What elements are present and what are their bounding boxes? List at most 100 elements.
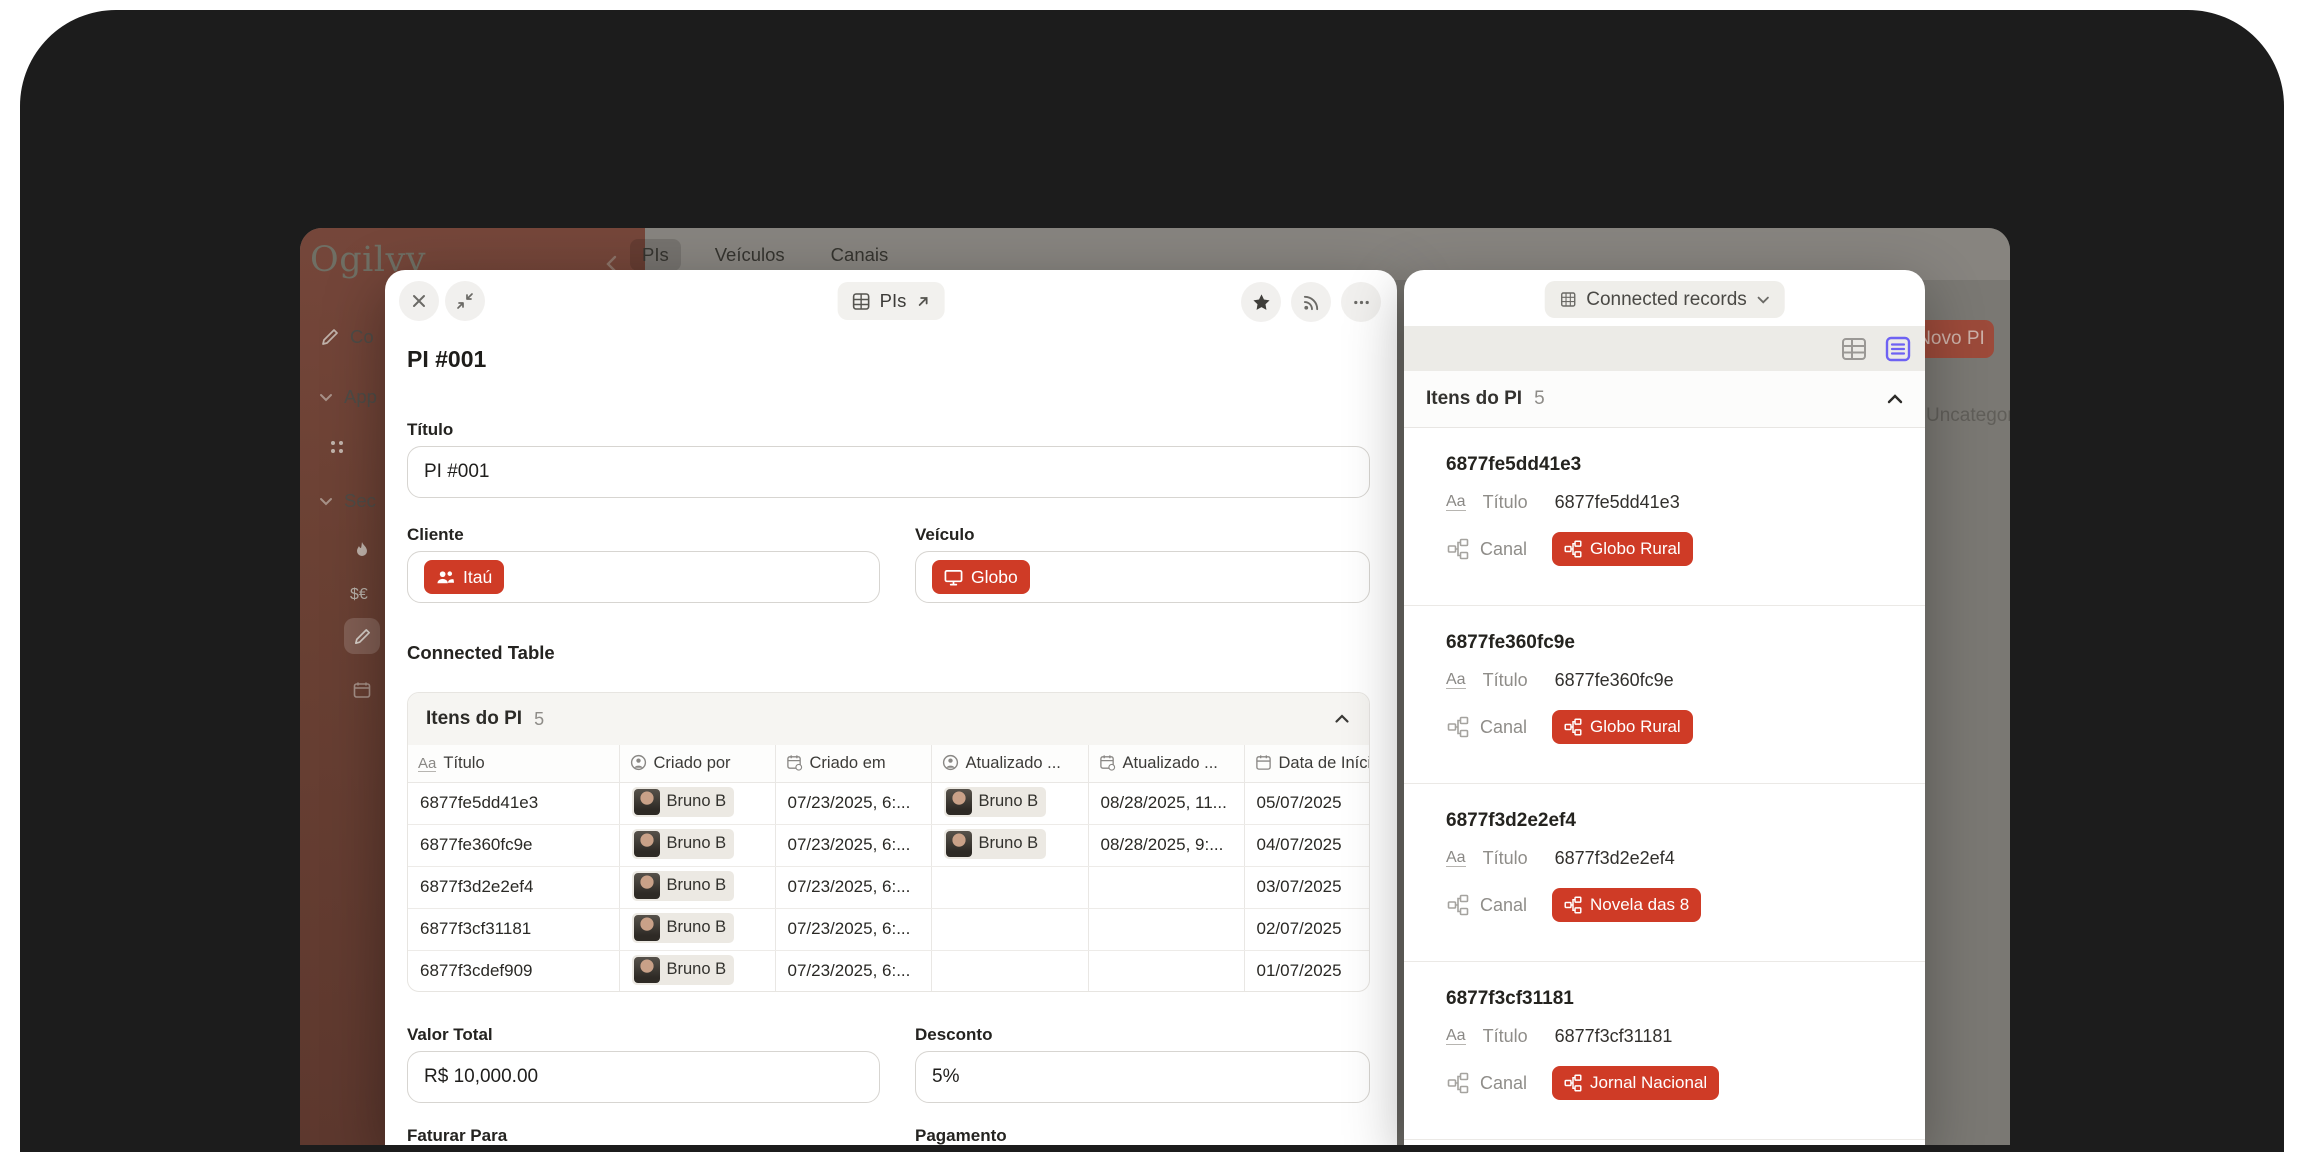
calendar-icon: [352, 680, 372, 700]
calendar-clock-icon: [786, 754, 803, 771]
avatar: [634, 873, 660, 899]
valor-total-input[interactable]: R$ 10,000.00: [407, 1051, 880, 1103]
titulo-input[interactable]: PI #001: [407, 446, 1370, 498]
table-row[interactable]: 6877f3cdef909 Bruno B 07/23/2025, 6:... …: [408, 950, 1370, 992]
table-header-row: AaTítulo Criado por Criado em Atualizado…: [408, 745, 1370, 782]
close-button[interactable]: [399, 281, 439, 321]
text-icon: Aa: [1446, 850, 1466, 867]
chevron-down-icon: [318, 389, 334, 405]
record-card[interactable]: 6877f3d2e2ef4 Aa Título 6877f3d2e2ef4 Ca…: [1404, 784, 1925, 962]
veiculo-chip-label: Globo: [971, 567, 1018, 588]
record-title: PI #001: [407, 346, 486, 373]
page-tabs: PIs Veículos Canais: [630, 239, 900, 271]
connected-table-header[interactable]: Itens do PI 5: [408, 693, 1369, 745]
user-chip: Bruno B: [632, 787, 735, 817]
record-title: 6877fe360fc9e: [1446, 632, 1575, 654]
record-field-canal: Canal Globo Rural: [1446, 532, 1693, 566]
sidebar-item-flame[interactable]: [352, 540, 372, 560]
breadcrumb-label: PIs: [880, 290, 907, 312]
collapse-icon: [456, 292, 474, 310]
sidebar-item-app[interactable]: App: [318, 386, 377, 408]
close-icon: [410, 292, 428, 310]
section-count: 5: [1534, 388, 1545, 410]
calendar-clock-icon: [1099, 754, 1116, 771]
record-modal: PIs PI #001 Título: [385, 270, 1397, 1145]
connected-table-count: 5: [534, 709, 544, 730]
titulo-value: PI #001: [424, 461, 490, 483]
table-row[interactable]: 6877f3d2e2ef4 Bruno B 07/23/2025, 6:... …: [408, 866, 1370, 908]
column-titulo[interactable]: AaTítulo: [408, 745, 619, 782]
text-icon: Aa: [418, 756, 436, 772]
cliente-chip[interactable]: Itaú: [424, 560, 504, 594]
record-title: 6877f3d2e2ef4: [1446, 810, 1576, 832]
table-view-button[interactable]: [1839, 334, 1869, 364]
list-view-button[interactable]: [1883, 334, 1913, 364]
canal-chip[interactable]: Jornal Nacional: [1552, 1066, 1719, 1100]
monitor-icon: [944, 568, 963, 587]
relation-icon: [1446, 1072, 1470, 1094]
avatar: [946, 831, 972, 857]
cliente-input[interactable]: Itaú: [407, 551, 880, 603]
table-row[interactable]: 6877fe5dd41e3 Bruno B 07/23/2025, 6:... …: [408, 782, 1370, 824]
sidebar-item-sec[interactable]: Sec: [318, 490, 376, 512]
field-label-faturar-para: Faturar Para: [407, 1126, 507, 1145]
sidebar-item-grid[interactable]: [328, 438, 346, 456]
user-chip: Bruno B: [632, 955, 735, 985]
calendar-icon: [1255, 754, 1272, 771]
sidebar-item-money[interactable]: $€: [350, 586, 368, 604]
user-chip: Bruno B: [632, 913, 735, 943]
connected-records-panel: Connected records Itens do PI 5: [1404, 270, 1925, 1145]
sidebar-item-label: Co: [350, 326, 374, 348]
dots-grid-icon: [328, 438, 346, 456]
collapse-button[interactable]: [445, 281, 485, 321]
record-field-titulo: Aa Título 6877fe5dd41e3: [1446, 492, 1680, 513]
subscribe-button[interactable]: [1291, 282, 1331, 322]
sidebar-item-calendar[interactable]: [352, 680, 372, 700]
column-atualizado-por[interactable]: Atualizado ...: [931, 745, 1088, 782]
avatar: [946, 789, 972, 815]
canal-chip[interactable]: Globo Rural: [1552, 710, 1693, 744]
breadcrumb[interactable]: PIs: [838, 282, 945, 320]
ellipsis-icon: [1352, 293, 1371, 312]
canal-chip[interactable]: Novela das 8: [1552, 888, 1701, 922]
connected-table-panel: Itens do PI 5 AaTítulo Criado por Criado…: [407, 692, 1370, 992]
cliente-chip-label: Itaú: [463, 567, 492, 588]
tab-canais[interactable]: Canais: [819, 239, 901, 271]
pencil-icon: [320, 327, 340, 347]
veiculo-input[interactable]: Globo: [915, 551, 1370, 603]
record-field-canal: Canal Globo Rural: [1446, 710, 1693, 744]
table-row[interactable]: 6877f3cf31181 Bruno B 07/23/2025, 6:... …: [408, 908, 1370, 950]
record-title: 6877fe5dd41e3: [1446, 454, 1581, 476]
record-card[interactable]: 6877fe360fc9e Aa Título 6877fe360fc9e Ca…: [1404, 606, 1925, 784]
column-atualizado-em[interactable]: Atualizado ...: [1088, 745, 1244, 782]
chevron-up-icon[interactable]: [1885, 389, 1905, 409]
arrow-up-right-icon: [915, 294, 930, 309]
items-section-header[interactable]: Itens do PI 5: [1404, 371, 1925, 428]
table-row[interactable]: 6877fe360fc9e Bruno B 07/23/2025, 6:... …: [408, 824, 1370, 866]
column-criado-em[interactable]: Criado em: [775, 745, 931, 782]
tab-veiculos[interactable]: Veículos: [703, 239, 797, 271]
record-field-canal: Canal Novela das 8: [1446, 888, 1701, 922]
tab-pis[interactable]: PIs: [630, 239, 681, 271]
sidebar-item-active-tile[interactable]: [344, 618, 380, 654]
desconto-value: 5%: [932, 1066, 959, 1088]
record-card[interactable]: 6877f3cf31181 Aa Título 6877f3cf31181 Ca…: [1404, 962, 1925, 1140]
more-button[interactable]: [1341, 282, 1381, 322]
favorite-button[interactable]: [1241, 282, 1281, 322]
avatar: [634, 831, 660, 857]
sidebar-item-co[interactable]: Co: [320, 326, 374, 348]
column-data-inicio[interactable]: Data de Início: [1244, 745, 1370, 782]
column-criado-por[interactable]: Criado por: [619, 745, 775, 782]
record-card[interactable]: 6877fe5dd41e3 Aa Título 6877fe5dd41e3 Ca…: [1404, 428, 1925, 606]
avatar: [634, 915, 660, 941]
chevron-up-icon[interactable]: [1333, 710, 1351, 728]
connected-table-title: Itens do PI: [426, 708, 522, 730]
currency-icon: $€: [350, 586, 368, 604]
items-table: AaTítulo Criado por Criado em Atualizado…: [408, 745, 1370, 992]
connected-records-selector[interactable]: Connected records: [1544, 281, 1785, 318]
desconto-input[interactable]: 5%: [915, 1051, 1370, 1103]
veiculo-chip[interactable]: Globo: [932, 560, 1030, 594]
record-field-titulo: Aa Título 6877f3cf31181: [1446, 1026, 1672, 1047]
canal-chip[interactable]: Globo Rural: [1552, 532, 1693, 566]
table-icon: [1558, 290, 1577, 309]
